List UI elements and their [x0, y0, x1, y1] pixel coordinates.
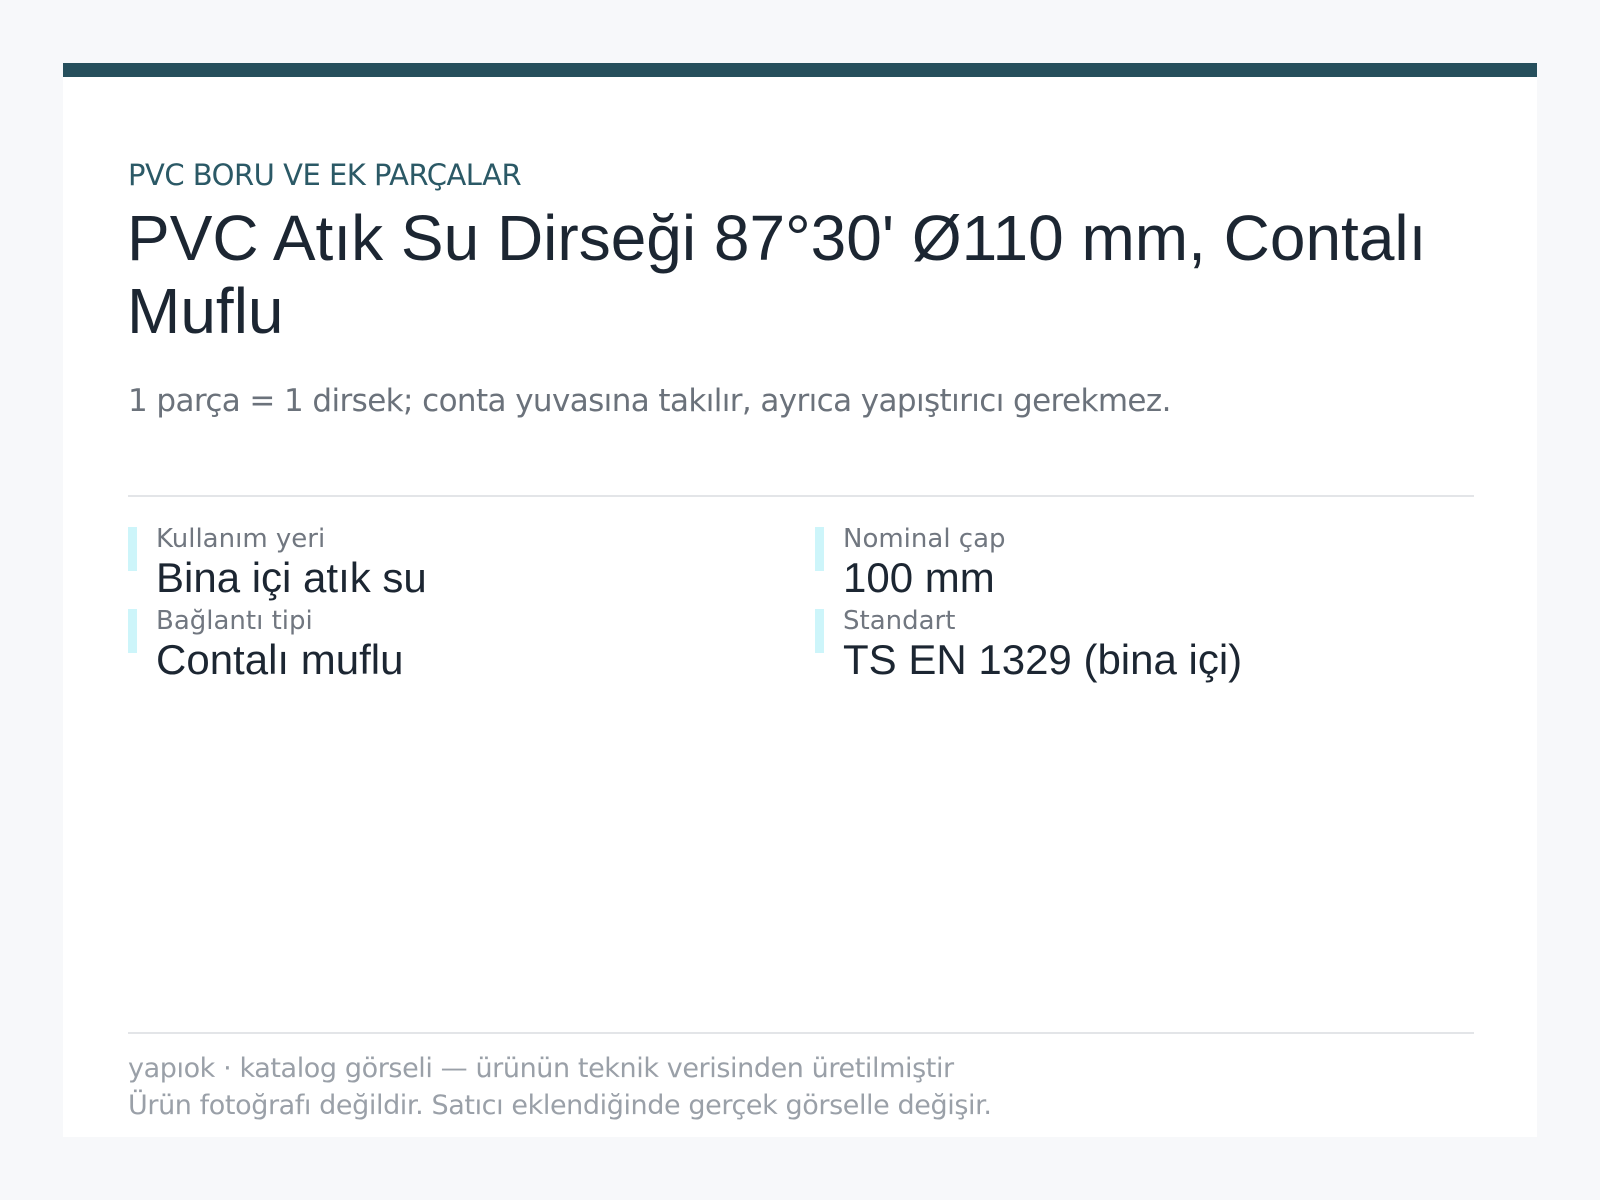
- spec-value: TS EN 1329 (bina içi): [843, 636, 1243, 683]
- spec-value: 100 mm: [843, 554, 995, 601]
- product-subtitle: 1 parça = 1 dirsek; conta yuvasına takıl…: [128, 383, 1171, 419]
- spec-standard: Standart TS EN 1329 (bina içi): [815, 606, 1455, 686]
- footer-disclaimer: Ürün fotoğrafı değildir. Satıcı eklendiğ…: [128, 1090, 992, 1121]
- spec-value: Contalı muflu: [156, 636, 404, 683]
- divider-top: [128, 495, 1474, 497]
- spec-nominal-diameter: Nominal çap 100 mm: [815, 524, 1455, 604]
- product-title: PVC Atık Su Dirseği 87°30' Ø110 mm, Cont…: [127, 202, 1427, 347]
- divider-bottom: [128, 1032, 1474, 1034]
- spec-usage: Kullanım yeri Bina içi atık su: [128, 524, 768, 604]
- spec-value: Bina içi atık su: [156, 554, 427, 601]
- product-card: PVC BORU VE EK PARÇALAR PVC Atık Su Dirs…: [63, 63, 1537, 1137]
- spec-label: Bağlantı tipi: [156, 606, 313, 636]
- spec-connection-type: Bağlantı tipi Contalı muflu: [128, 606, 768, 686]
- spec-label: Kullanım yeri: [156, 524, 326, 554]
- footer-source-note: yapıok · katalog görseli — ürünün teknik…: [128, 1053, 954, 1084]
- spec-accent-marker: [815, 609, 824, 653]
- spec-label: Nominal çap: [843, 524, 1006, 554]
- spec-accent-marker: [815, 527, 824, 571]
- spec-accent-marker: [128, 609, 137, 653]
- spec-accent-marker: [128, 527, 137, 571]
- accent-top-bar: [63, 63, 1537, 77]
- spec-label: Standart: [843, 606, 956, 636]
- product-category: PVC BORU VE EK PARÇALAR: [128, 158, 522, 192]
